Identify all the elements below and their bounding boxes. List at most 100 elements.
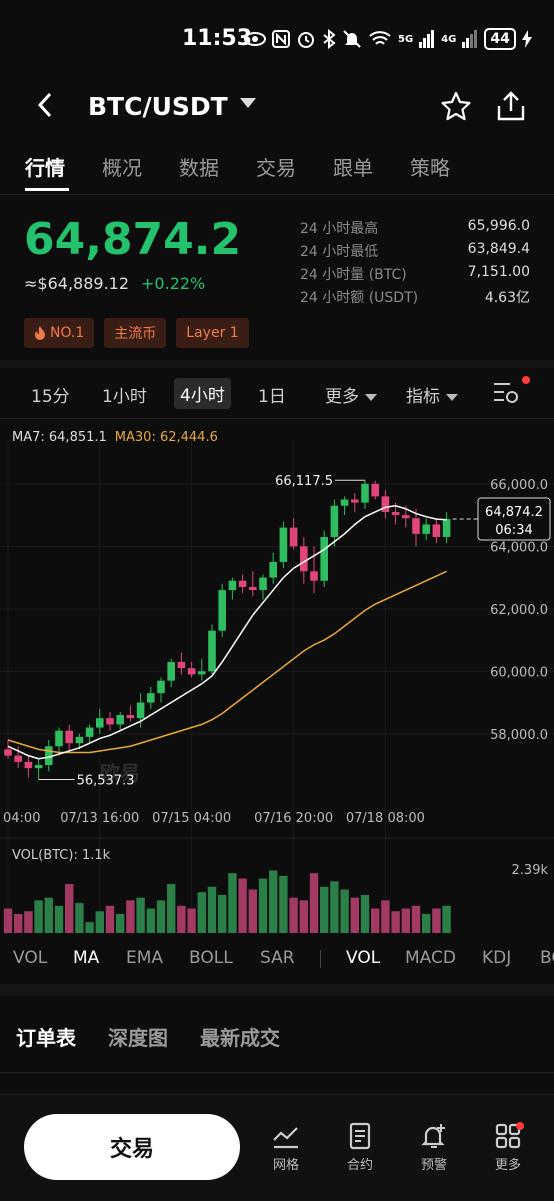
nav-contract[interactable]: 合约	[330, 1122, 390, 1173]
status-bar: 11:53 5G 4G 44	[0, 0, 554, 78]
y-tick-label: 62,000.0	[490, 603, 548, 618]
interval-divider	[0, 418, 554, 419]
candle-body	[432, 524, 441, 537]
ind-sar[interactable]: SAR	[260, 948, 295, 968]
tab-data[interactable]: 数据	[179, 152, 219, 181]
candle-body	[14, 755, 22, 762]
ind-boll-sub[interactable]: BO	[540, 948, 554, 968]
bluetooth-icon	[323, 29, 336, 49]
volume-bar	[381, 900, 390, 933]
chart-settings-icon[interactable]	[492, 378, 522, 406]
alarm-icon	[298, 32, 314, 48]
interval-1d[interactable]: 1日	[258, 382, 286, 407]
nav-more[interactable]: 更多	[478, 1122, 538, 1173]
nav-contract-label: 合约	[346, 1158, 373, 1173]
last-price: 64,874.2	[24, 214, 242, 265]
share-icon[interactable]	[496, 90, 526, 122]
interval-1h[interactable]: 1小时	[102, 382, 147, 407]
candle-body	[157, 680, 165, 694]
candlestick-chart[interactable]: 58,000.0 60,000.0 62,000.0 64,000.0 66,000.0…	[0, 420, 554, 950]
ind-boll[interactable]: BOLL	[189, 948, 233, 968]
candle-body	[65, 730, 73, 744]
candle-body	[75, 736, 84, 744]
candle-body	[412, 518, 420, 534]
tab-overview[interactable]: 概况	[102, 152, 142, 181]
volume-bar	[34, 900, 43, 933]
volume-bar	[65, 884, 74, 933]
tab-market[interactable]: 行情	[25, 152, 65, 181]
volume-bar	[248, 889, 257, 933]
favorite-star-icon[interactable]	[440, 90, 472, 122]
stat-turnover-value: 4.63亿	[484, 290, 530, 306]
volume-legend: VOL(BTC): 1.1k	[12, 848, 111, 863]
status-time: 11:53	[182, 26, 253, 51]
ind-kdj[interactable]: KDJ	[482, 948, 511, 968]
candle-body	[340, 499, 349, 506]
x-tick-label: 07/18 08:00	[346, 811, 425, 826]
eye-icon	[244, 32, 266, 46]
candle-body	[167, 661, 175, 681]
ind-ma[interactable]: MA	[73, 948, 99, 968]
back-arrow-icon[interactable]	[30, 88, 64, 122]
low-price-label: 56,537.3	[77, 773, 135, 788]
high-price-label: 66,117.5	[275, 474, 333, 489]
battery-level: 44	[484, 28, 516, 50]
tab-latest-trades[interactable]: 最新成交	[200, 1022, 280, 1051]
grid-bot-icon	[273, 1127, 298, 1149]
tab-copy-trading[interactable]: 跟单	[333, 152, 373, 181]
ind-macd[interactable]: MACD	[405, 948, 456, 968]
badge-layer1[interactable]: Layer 1	[176, 318, 249, 348]
ind-ema[interactable]: EMA	[126, 948, 163, 968]
badge-rank[interactable]: NO.1	[24, 318, 95, 348]
nav-alert[interactable]: 预警	[404, 1122, 464, 1173]
signal-icon-2	[462, 30, 478, 48]
volume-bar	[309, 873, 319, 933]
trading-pair-title[interactable]: BTC/USDT	[88, 92, 228, 121]
tab-trade[interactable]: 交易	[256, 152, 296, 181]
current-price-label: 64,874.2	[485, 505, 543, 520]
stat-volume-label: 24 小时量 (BTC)	[300, 267, 407, 283]
volume-max-label: 2.39k	[512, 863, 549, 878]
volume-bar	[279, 875, 288, 933]
ma-legend: MA7: 64,851.1 MA30: 62,444.6	[12, 430, 218, 445]
volume-bar	[126, 900, 135, 933]
ind-vol-sub[interactable]: VOL	[346, 948, 380, 968]
trade-button[interactable]: 交易	[24, 1114, 240, 1180]
candle-body	[269, 561, 277, 578]
candle-body	[442, 519, 451, 537]
volume-bar	[299, 900, 308, 933]
tab-strategy[interactable]: 策略	[410, 152, 450, 181]
volume-bar	[136, 897, 145, 933]
indicator-menu[interactable]: 指标	[406, 382, 458, 407]
candle-body	[177, 661, 186, 669]
signal-icon	[419, 30, 435, 48]
candle-body	[55, 730, 63, 747]
interval-15m[interactable]: 15分	[31, 382, 70, 407]
tab-depth-chart[interactable]: 深度图	[108, 1022, 168, 1051]
ind-vol[interactable]: VOL	[13, 948, 47, 968]
interval-more[interactable]: 更多	[325, 382, 377, 407]
volume-bar	[95, 911, 104, 933]
badge-mainstream[interactable]: 主流币	[104, 318, 167, 348]
interval-4h[interactable]: 4小时	[174, 378, 231, 409]
tab-orderbook[interactable]: 订单表	[16, 1022, 76, 1051]
network-5g: 5G	[398, 33, 414, 45]
pair-dropdown-icon[interactable]	[240, 98, 256, 108]
stats-24h: 24 小时最高 65,996.0 24 小时最低 63,849.4 24 小时量 (…	[300, 218, 530, 310]
candle-body	[330, 505, 339, 537]
volume-bar	[360, 894, 370, 933]
nav-grid[interactable]: 网格	[256, 1122, 316, 1173]
volume-bar	[167, 884, 176, 933]
volume-bar	[258, 878, 268, 933]
y-tick-label: 60,000.0	[490, 665, 548, 680]
stat-volume: 24 小时量 (BTC) 7,151.00	[300, 264, 530, 287]
ma7-legend: MA7: 64,851.1	[12, 430, 107, 445]
interval-bar: 15分 1小时 4小时 1日 更多 指标	[0, 376, 554, 409]
stat-low: 24 小时最低 63,849.4	[300, 241, 530, 264]
candle-body	[218, 590, 226, 631]
stat-turnover-label: 24 小时额 (USDT)	[300, 290, 419, 306]
badge-rank-label: NO.1	[50, 325, 85, 341]
x-tick-label: 04:00	[3, 811, 40, 826]
candle-body	[371, 483, 379, 497]
candle-body	[279, 527, 288, 562]
